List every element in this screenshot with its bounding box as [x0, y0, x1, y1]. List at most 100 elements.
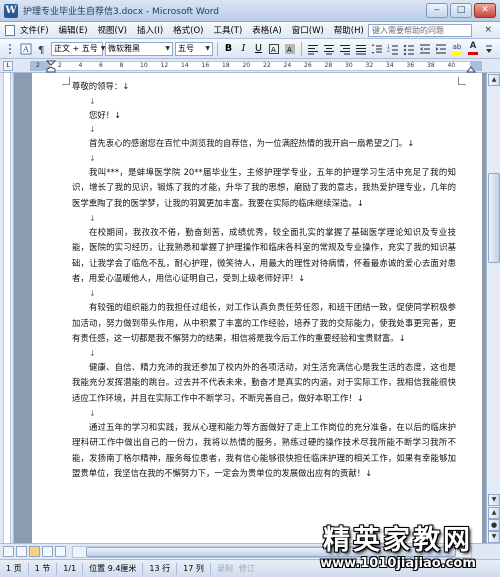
font-select-value: 微软雅黑 [108, 44, 140, 53]
status-page-of: 1/1 [57, 562, 84, 575]
paragraph-mark[interactable]: ↓ [72, 347, 456, 360]
word-app-icon[interactable]: W [4, 3, 18, 18]
menu-edit[interactable]: 编辑(E) [54, 24, 93, 36]
right-indent-marker-icon[interactable] [466, 66, 476, 73]
highlight-glyph: ab [452, 42, 462, 51]
web-view-icon[interactable] [16, 546, 27, 557]
paragraph-mark[interactable]: ↓ [72, 287, 456, 300]
maximize-button[interactable]: □ [450, 3, 472, 18]
status-flag-track[interactable]: 修订 [239, 563, 255, 574]
svg-text:A: A [287, 46, 292, 54]
close-button[interactable]: ✕ [474, 3, 496, 18]
document-area[interactable]: 尊敬的领导：↓ ↓ 您好！↓ ↓ 首先衷心的感谢您在百忙中浏览我的自荐信，为一位满腔热情… [14, 73, 486, 543]
reading-view-icon[interactable] [55, 546, 66, 557]
tab-selector-icon[interactable]: L [3, 61, 13, 71]
font-size-select[interactable]: 五号 ▼ [175, 41, 213, 56]
status-flag-record[interactable]: 录制 [217, 563, 233, 574]
paragraph-mark[interactable]: ↓ [72, 123, 456, 136]
paragraph-mark[interactable]: ↓ [72, 152, 456, 165]
font-select[interactable]: 微软雅黑 ▼ [105, 41, 173, 56]
menu-insert[interactable]: 插入(I) [132, 24, 168, 36]
paragraph-style-icon[interactable]: ¶ [35, 42, 49, 56]
toolbar-separator [217, 41, 218, 56]
menu-format[interactable]: 格式(O) [168, 24, 208, 36]
scroll-down-icon[interactable]: ▼ [488, 494, 500, 506]
italic-button[interactable]: I [237, 42, 250, 56]
align-left-icon[interactable] [306, 42, 320, 56]
vertical-ruler[interactable] [0, 73, 14, 543]
ruler-number: 40 [447, 62, 456, 69]
document-page[interactable]: 尊敬的领导：↓ ↓ 您好！↓ ↓ 首先衷心的感谢您在百忙中浏览我的自荐信，为一位满腔热情… [32, 73, 482, 543]
ruler-number: 38 [427, 62, 435, 69]
previous-page-icon[interactable]: ▲ [488, 507, 500, 519]
document-paragraph[interactable]: 您好！↓ [72, 108, 456, 124]
outline-view-icon[interactable] [42, 546, 53, 557]
font-color-swatch [468, 52, 478, 55]
toolbar-options-icon[interactable] [482, 42, 496, 56]
document-paragraph[interactable]: 我叫***，是蚌埠医学院 20**届毕业生，主修护理学专业，五年的护理学习生活中… [72, 165, 456, 212]
highlight-color-swatch [452, 51, 462, 55]
styles-pane-icon[interactable]: A [19, 42, 33, 56]
bold-button[interactable]: B [222, 42, 235, 56]
ruler-number: 16 [201, 62, 210, 69]
char-border-icon[interactable]: A [267, 42, 281, 56]
char-shading-icon[interactable]: A [283, 42, 297, 56]
paragraph-mark[interactable]: ↓ [72, 95, 456, 108]
ruler-number: 2 [58, 62, 62, 69]
ruler-number: 34 [386, 62, 394, 69]
minimize-button[interactable]: ‒ [426, 3, 448, 18]
line-spacing-icon[interactable] [370, 42, 384, 56]
document-paragraph[interactable]: 通过五年的学习和实践，我从心理和能力等方面做好了走上工作岗位的充分准备，在以后的… [72, 420, 456, 482]
font-color-icon[interactable]: A [466, 42, 480, 56]
justify-icon[interactable] [354, 42, 368, 56]
site-watermark: 精英家教网 www.1010jiajiao.com [300, 525, 496, 575]
document-paragraph[interactable]: 有较强的组织能力的我担任过组长，对工作认真负责任劳任怨，和班干团结一致，促使同学… [72, 300, 456, 347]
paragraph-mark[interactable]: ↓ [72, 407, 456, 420]
menu-window[interactable]: 窗口(W) [287, 24, 329, 36]
ruler-track [30, 61, 482, 71]
increase-indent-icon[interactable] [434, 42, 448, 56]
ruler-number: 8 [119, 62, 124, 69]
font-color-glyph: A [469, 41, 477, 51]
document-paragraph[interactable]: 在校期间，我孜孜不倦，勤奋刻苦，成绩优秀，较全面扎实的掌握了基础医学理论知识及专… [72, 225, 456, 287]
style-select[interactable]: 正文 + 五号 ▼ [51, 41, 105, 56]
ruler-number: 20 [242, 62, 251, 69]
menu-table[interactable]: 表格(A) [247, 24, 286, 36]
indent-marker-icon[interactable] [46, 60, 56, 73]
page-corner-mark [458, 77, 466, 85]
ruler-number: 30 [345, 62, 353, 69]
print-view-icon[interactable] [29, 546, 40, 557]
document-paragraph[interactable]: 健康、自信、精力充沛的我还参加了校内外的各项活动，对生活充满信心是我生活的态度，… [72, 360, 456, 407]
menu-view[interactable]: 视图(V) [93, 24, 132, 36]
paragraph-mark[interactable]: ↓ [72, 212, 456, 225]
ruler-number: 14 [181, 62, 189, 69]
normal-view-icon[interactable] [3, 546, 14, 557]
ruler-number: 2 [36, 62, 40, 69]
menu-file[interactable]: 文件(F) [15, 24, 54, 36]
align-right-icon[interactable] [338, 42, 352, 56]
scroll-up-icon[interactable]: ▲ [488, 74, 500, 86]
highlight-icon[interactable]: ab [450, 42, 464, 56]
document-icon[interactable] [5, 24, 15, 36]
bullets-icon[interactable] [402, 42, 416, 56]
window-title: 护理专业毕业生自荐信3.docx - Microsoft Word [23, 7, 220, 17]
horizontal-ruler[interactable]: L 2 2 4 6 8 10 12 14 16 18 20 22 24 26 28 30 32 34 36 38 40 [0, 59, 500, 73]
document-body[interactable]: 尊敬的领导：↓ ↓ 您好！↓ ↓ 首先衷心的感谢您在百忙中浏览我的自荐信，为一位满腔热情… [72, 79, 456, 482]
numbering-icon[interactable]: 12 [386, 42, 400, 56]
chevron-down-icon: ▼ [205, 45, 210, 52]
document-paragraph[interactable]: 首先衷心的感谢您在百忙中浏览我的自荐信，为一位满腔热情的我开启一扇希望之门。↓ [72, 136, 456, 152]
align-center-icon[interactable] [322, 42, 336, 56]
vertical-scroll-thumb[interactable] [488, 173, 500, 263]
status-flags: 录制 修订 [211, 563, 255, 574]
menu-tools[interactable]: 工具(T) [208, 24, 247, 36]
document-paragraph[interactable]: 尊敬的领导：↓ [72, 79, 456, 95]
ruler-number: 26 [304, 62, 312, 69]
status-page: 1 页 [0, 562, 29, 575]
vertical-scrollbar[interactable]: ▲ ▼ ▲ ● ▼ [486, 73, 500, 543]
decrease-indent-icon[interactable] [418, 42, 432, 56]
chevron-down-icon: ▼ [165, 45, 170, 52]
menu-help[interactable]: 帮助(H) [329, 24, 369, 36]
underline-button[interactable]: U [252, 42, 265, 56]
document-close-icon[interactable]: × [484, 25, 492, 35]
help-search-input[interactable]: 键入需要帮助的问题 [368, 24, 472, 37]
